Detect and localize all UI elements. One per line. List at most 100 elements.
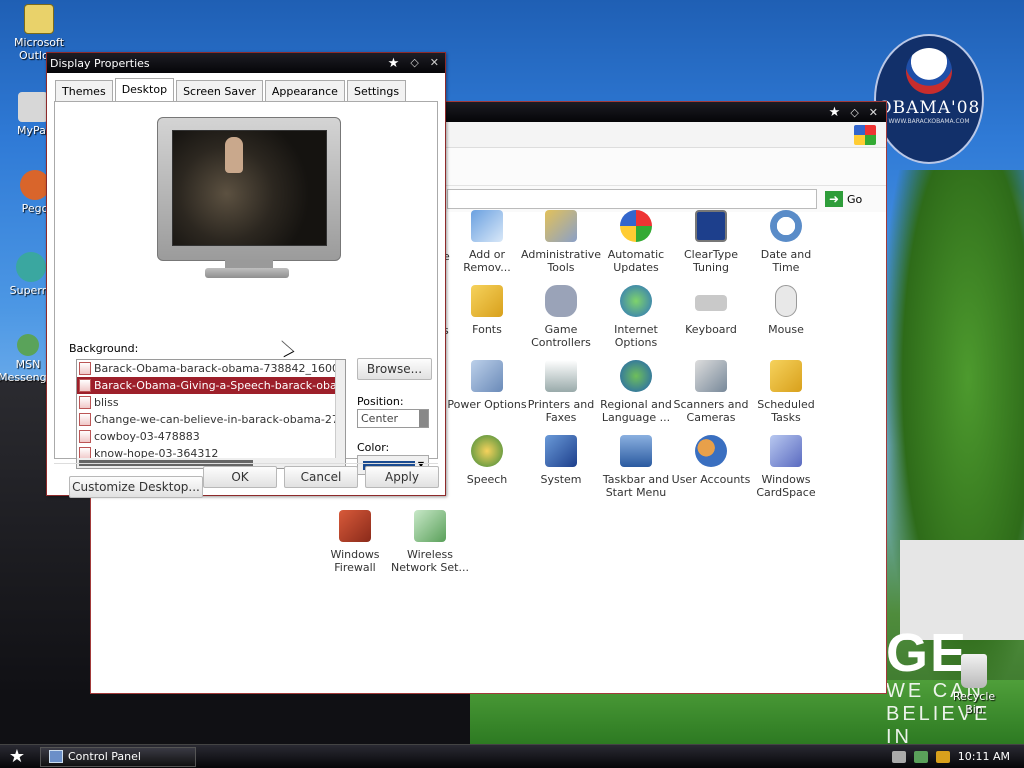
cp-item-internet-options[interactable]: Internet Options <box>596 285 676 349</box>
cp-item-user-accounts[interactable]: User Accounts <box>671 435 751 486</box>
cp-item-add-remove[interactable]: Add or Remov... <box>447 210 527 274</box>
keyboard-tray-icon[interactable] <box>891 750 906 763</box>
cp-item-label: Windows CardSpace <box>756 473 816 499</box>
cp-item-wireless-network[interactable]: Wireless Network Set... <box>390 510 470 574</box>
go-button[interactable]: ➜ Go <box>825 191 862 207</box>
system-icon <box>545 435 577 467</box>
fonts-folder-icon <box>471 285 503 317</box>
recycle-bin-icon <box>961 654 987 688</box>
cp-item-label: Administrative Tools <box>521 248 602 274</box>
star-icon: ★ <box>828 104 841 120</box>
cp-item-keyboard[interactable]: Keyboard <box>671 285 751 336</box>
cp-item-scheduled-tasks[interactable]: Scheduled Tasks <box>746 360 826 424</box>
position-label: Position: <box>357 395 404 408</box>
cancel-button[interactable]: Cancel <box>284 466 358 488</box>
display-properties-dialog[interactable]: Display Properties ★ ◇ ✕ Themes Desktop … <box>46 52 446 498</box>
cp-item-mouse[interactable]: Mouse <box>746 285 826 336</box>
automatic-updates-icon <box>620 210 652 242</box>
customize-desktop-button[interactable]: Customize Desktop... <box>69 476 203 498</box>
cp-item-cleartype[interactable]: ClearType Tuning <box>671 210 751 274</box>
image-file-icon <box>79 362 91 375</box>
dialog-title: Display Properties <box>50 56 150 70</box>
background-item[interactable]: Barack-Obama-barack-obama-738842_1600_12… <box>77 360 345 377</box>
dialog-separator <box>54 463 438 464</box>
close-icon[interactable]: ✕ <box>430 56 439 71</box>
control-panel-icon <box>49 750 63 763</box>
cp-item-label: Add or Remov... <box>463 248 511 274</box>
cp-item-power-options[interactable]: Power Options <box>447 360 527 411</box>
dialog-titlebar[interactable]: Display Properties ★ ◇ ✕ <box>47 53 445 73</box>
preview-hand <box>225 137 243 173</box>
start-button[interactable]: ★ <box>0 746 34 767</box>
background-item[interactable]: Change-we-can-believe-in-barack-obama-27… <box>77 411 345 428</box>
tab-appearance[interactable]: Appearance <box>264 80 345 101</box>
cp-item-label: Internet Options <box>614 323 658 349</box>
regional-globe-icon <box>620 360 652 392</box>
ok-button[interactable]: OK <box>203 466 277 488</box>
mouse-icon <box>775 285 797 317</box>
cp-item-label: Mouse <box>768 323 804 336</box>
background-label: Background: <box>69 342 139 355</box>
image-file-icon <box>79 379 91 392</box>
cp-item-scanners-cameras[interactable]: Scanners and Cameras <box>671 360 751 424</box>
image-file-icon <box>79 413 91 426</box>
background-item-selected[interactable]: Barack-Obama-Giving-a-Speech-barack-obam… <box>77 377 345 394</box>
outlook-icon <box>24 4 54 34</box>
taskbar: ★ Control Panel 10:11 AM <box>0 744 1024 768</box>
windows-flag-icon <box>854 125 876 145</box>
cp-item-regional-language[interactable]: Regional and Language ... <box>596 360 676 424</box>
position-select[interactable]: Center <box>357 409 429 428</box>
cp-item-label: Game Controllers <box>531 323 591 349</box>
tab-desktop[interactable]: Desktop <box>114 78 175 101</box>
star-icon: ★ <box>387 55 400 71</box>
cp-item-label: Date and Time <box>760 248 812 274</box>
cp-item-windows-firewall[interactable]: Windows Firewall <box>315 510 395 574</box>
cp-item-automatic-updates[interactable]: Automatic Updates <box>596 210 676 274</box>
monitor-preview <box>157 117 341 261</box>
wireless-icon <box>414 510 446 542</box>
mypal-icon <box>18 92 48 122</box>
cp-item-label: Wireless Network Set... <box>391 548 469 574</box>
network-tray-icon[interactable] <box>913 750 928 763</box>
system-tray: 10:11 AM <box>891 750 1024 763</box>
security-tray-icon[interactable] <box>935 750 950 763</box>
cp-item-speech[interactable]: Speech <box>447 435 527 486</box>
apply-button[interactable]: Apply <box>365 466 439 488</box>
taskbar-button-control-panel[interactable]: Control Panel <box>40 746 196 767</box>
background-list[interactable]: Barack-Obama-barack-obama-738842_1600_12… <box>76 359 346 469</box>
cp-item-taskbar-start[interactable]: Taskbar and Start Menu <box>596 435 676 499</box>
add-remove-icon <box>471 210 503 242</box>
cp-item-label: Taskbar and Start Menu <box>602 473 670 499</box>
scanner-icon <box>695 360 727 392</box>
recycle-bin[interactable]: Recycle Bin <box>944 654 1004 716</box>
cp-item-label: Fonts <box>472 323 502 336</box>
list-vertical-scrollbar[interactable] <box>335 360 345 468</box>
scheduled-tasks-icon <box>770 360 802 392</box>
background-item[interactable]: cowboy-03-478883 <box>77 428 345 445</box>
background-item[interactable]: bliss <box>77 394 345 411</box>
tab-settings[interactable]: Settings <box>346 80 407 101</box>
cp-item-date-time[interactable]: Date and Time <box>746 210 826 274</box>
tab-screen-saver[interactable]: Screen Saver <box>176 80 263 101</box>
firewall-icon <box>339 510 371 542</box>
user-accounts-icon <box>695 435 727 467</box>
cp-item-cardspace[interactable]: Windows CardSpace <box>746 435 826 499</box>
clock[interactable]: 10:11 AM <box>958 750 1010 763</box>
recycle-bin-label: Recycle Bin <box>952 690 996 716</box>
chevron-down-icon <box>419 410 428 427</box>
cp-item-fonts[interactable]: Fonts <box>447 285 527 336</box>
tab-themes[interactable]: Themes <box>55 80 113 101</box>
cp-item-system[interactable]: System <box>521 435 601 486</box>
cp-item-label: Keyboard <box>685 323 737 336</box>
speech-icon <box>471 435 503 467</box>
browse-button[interactable]: Browse... <box>357 358 432 380</box>
address-input[interactable] <box>447 189 817 209</box>
color-label: Color: <box>357 441 390 454</box>
restore-icon[interactable]: ◇ <box>850 106 858 119</box>
cp-item-printers-faxes[interactable]: Printers and Faxes <box>521 360 601 424</box>
restore-icon[interactable]: ◇ <box>410 56 418 71</box>
cp-item-admin-tools[interactable]: Administrative Tools <box>521 210 601 274</box>
cp-item-game-controllers[interactable]: Game Controllers <box>521 285 601 349</box>
position-value: Center <box>361 412 399 425</box>
close-icon[interactable]: ✕ <box>869 106 878 119</box>
